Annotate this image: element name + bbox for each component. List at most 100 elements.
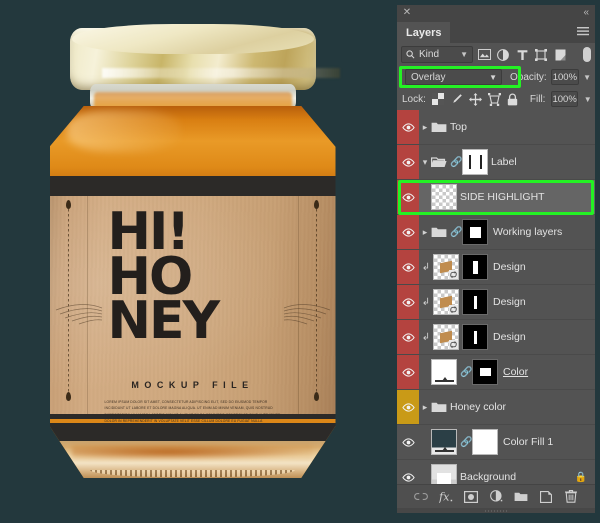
layer-thumbnail[interactable] <box>431 184 457 210</box>
layer-thumbnail[interactable] <box>431 429 457 455</box>
filter-enable-toggle[interactable] <box>583 47 591 62</box>
new-group-icon[interactable] <box>514 490 528 504</box>
layer-name[interactable]: Design <box>493 331 526 343</box>
layer-row-color[interactable]: 🔗 Color <box>397 355 595 390</box>
close-icon[interactable]: ✕ <box>402 8 412 18</box>
layer-visibility-toggle[interactable] <box>397 285 419 319</box>
lock-position-icon[interactable] <box>468 92 482 106</box>
lock-label: Lock: <box>402 93 426 105</box>
layer-row-label[interactable]: ▾ 🔗 Label <box>397 145 595 180</box>
layer-row-background[interactable]: Background 🔒 <box>397 460 595 484</box>
layer-mask-thumbnail[interactable] <box>472 359 498 385</box>
layer-row-honey-color[interactable]: ▸ Honey color <box>397 390 595 425</box>
group-expand-arrow-icon[interactable]: ▾ <box>419 157 431 168</box>
clipping-mask-icon: ↲ <box>421 261 431 273</box>
layer-row-side-highlight[interactable]: SIDE HIGHLIGHT <box>397 180 595 215</box>
layer-name[interactable]: Label <box>491 156 517 168</box>
panel-resize-grip[interactable] <box>397 508 595 513</box>
layer-visibility-toggle[interactable] <box>397 145 419 179</box>
layer-name[interactable]: SIDE HIGHLIGHT <box>460 191 545 203</box>
adjustment-layer-filter-icon[interactable] <box>495 47 511 63</box>
folder-icon <box>431 402 447 412</box>
folder-icon <box>431 122 447 132</box>
add-layer-style-icon[interactable]: fx <box>439 490 453 504</box>
layer-thumbnail[interactable] <box>431 359 457 385</box>
layer-visibility-toggle[interactable] <box>397 460 419 484</box>
layer-visibility-toggle[interactable] <box>397 250 419 284</box>
layer-thumbnail[interactable] <box>431 464 457 484</box>
jar-label: HI! HO NEY MOCKUP FILE LOREM IPSUM DOLOR… <box>49 196 336 435</box>
group-expand-arrow-icon[interactable]: ▸ <box>419 402 431 413</box>
layer-thumbnail[interactable] <box>433 289 459 315</box>
layer-row-design-3[interactable]: ↲ Design <box>397 320 595 355</box>
lock-image-pixels-icon[interactable] <box>450 93 463 106</box>
layer-visibility-toggle[interactable] <box>397 355 419 389</box>
label-band-bottom <box>49 423 336 441</box>
folder-open-icon <box>431 156 447 167</box>
layer-mask-thumbnail[interactable] <box>462 219 488 245</box>
fill-label: Fill: <box>529 93 546 105</box>
layer-mask-thumbnail[interactable] <box>462 324 488 350</box>
link-layers-icon[interactable] <box>414 490 428 504</box>
layer-filter-row: Kind ▼ <box>397 43 595 66</box>
label-subtitle: MOCKUP FILE <box>131 380 254 390</box>
layer-row-color-fill-1[interactable]: 🔗 Color Fill 1 <box>397 425 595 460</box>
lock-row: Lock: Fill: 100% ▼ <box>397 88 595 110</box>
group-expand-arrow-icon[interactable]: ▸ <box>419 122 431 133</box>
filter-kind-select[interactable]: Kind ▼ <box>401 46 473 63</box>
type-layer-filter-icon[interactable] <box>514 47 530 63</box>
smart-object-filter-icon[interactable] <box>552 47 568 63</box>
layer-thumbnail[interactable] <box>433 324 459 350</box>
blend-mode-select[interactable]: Overlay ▼ <box>405 69 503 85</box>
layer-list[interactable]: ▸ Top ▾ 🔗 Label SIDE HIGHLIGHT ▸ 🔗 Working layer… <box>397 110 595 484</box>
filter-kind-label: Kind <box>419 49 440 60</box>
layer-thumbnail[interactable] <box>433 254 459 280</box>
layer-row-design[interactable]: ↲ Design <box>397 250 595 285</box>
layer-name[interactable]: Top <box>450 121 467 133</box>
chevron-down-icon: ▼ <box>460 50 468 59</box>
fill-chevron-down-icon[interactable]: ▼ <box>584 95 592 104</box>
layer-visibility-toggle[interactable] <box>397 320 419 354</box>
shape-layer-filter-icon[interactable] <box>533 47 549 63</box>
layer-name[interactable]: Design <box>493 296 526 308</box>
tab-layers[interactable]: Layers <box>397 22 451 43</box>
delete-layer-icon[interactable] <box>564 490 578 504</box>
layer-visibility-toggle[interactable] <box>397 180 419 214</box>
new-layer-icon[interactable] <box>539 490 553 504</box>
layer-name[interactable]: Working layers <box>493 226 562 238</box>
label-band-top <box>49 176 336 196</box>
new-fill-adjustment-icon[interactable] <box>489 490 503 504</box>
opacity-input[interactable]: 100% <box>550 69 580 85</box>
lock-artboard-nesting-icon[interactable] <box>487 92 501 106</box>
layer-row-top[interactable]: ▸ Top <box>397 110 595 145</box>
layer-visibility-toggle[interactable] <box>397 390 419 424</box>
panel-menu-icon[interactable] <box>577 27 589 37</box>
layer-mask-thumbnail[interactable] <box>472 429 498 455</box>
lock-transparent-pixels-icon[interactable] <box>431 93 444 106</box>
jar-body: HI! HO NEY MOCKUP FILE LOREM IPSUM DOLOR… <box>49 106 336 478</box>
layer-name[interactable]: Color <box>503 366 528 378</box>
layer-visibility-toggle[interactable] <box>397 215 419 249</box>
link-indicator-icon: 🔗 <box>460 366 473 378</box>
opacity-chevron-down-icon[interactable]: ▼ <box>583 73 591 82</box>
layer-mask-thumbnail[interactable] <box>462 149 488 175</box>
folder-icon <box>431 227 447 237</box>
layer-visibility-toggle[interactable] <box>397 110 419 144</box>
layers-panel[interactable]: ✕ « Layers Kind ▼ Overlay ▼ Opacity: 100… <box>397 5 595 513</box>
collapse-panel-icon[interactable]: « <box>583 7 589 18</box>
layer-name[interactable]: Background <box>460 471 516 483</box>
document-canvas[interactable]: HI! HO NEY MOCKUP FILE LOREM IPSUM DOLOR… <box>0 0 383 523</box>
layer-mask-thumbnail[interactable] <box>462 254 488 280</box>
layer-mask-thumbnail[interactable] <box>462 289 488 315</box>
layer-row-design-2[interactable]: ↲ Design <box>397 285 595 320</box>
layer-row-working-layers[interactable]: ▸ 🔗 Working layers <box>397 215 595 250</box>
add-layer-mask-icon[interactable] <box>464 490 478 504</box>
lock-all-icon[interactable] <box>507 93 518 106</box>
layer-visibility-toggle[interactable] <box>397 425 419 459</box>
layer-name[interactable]: Color Fill 1 <box>503 436 553 448</box>
pixel-layer-filter-icon[interactable] <box>476 47 492 63</box>
group-expand-arrow-icon[interactable]: ▸ <box>419 227 431 238</box>
layer-name[interactable]: Design <box>493 261 526 273</box>
fill-input[interactable]: 100% <box>551 91 578 107</box>
layer-name[interactable]: Honey color <box>450 401 506 413</box>
